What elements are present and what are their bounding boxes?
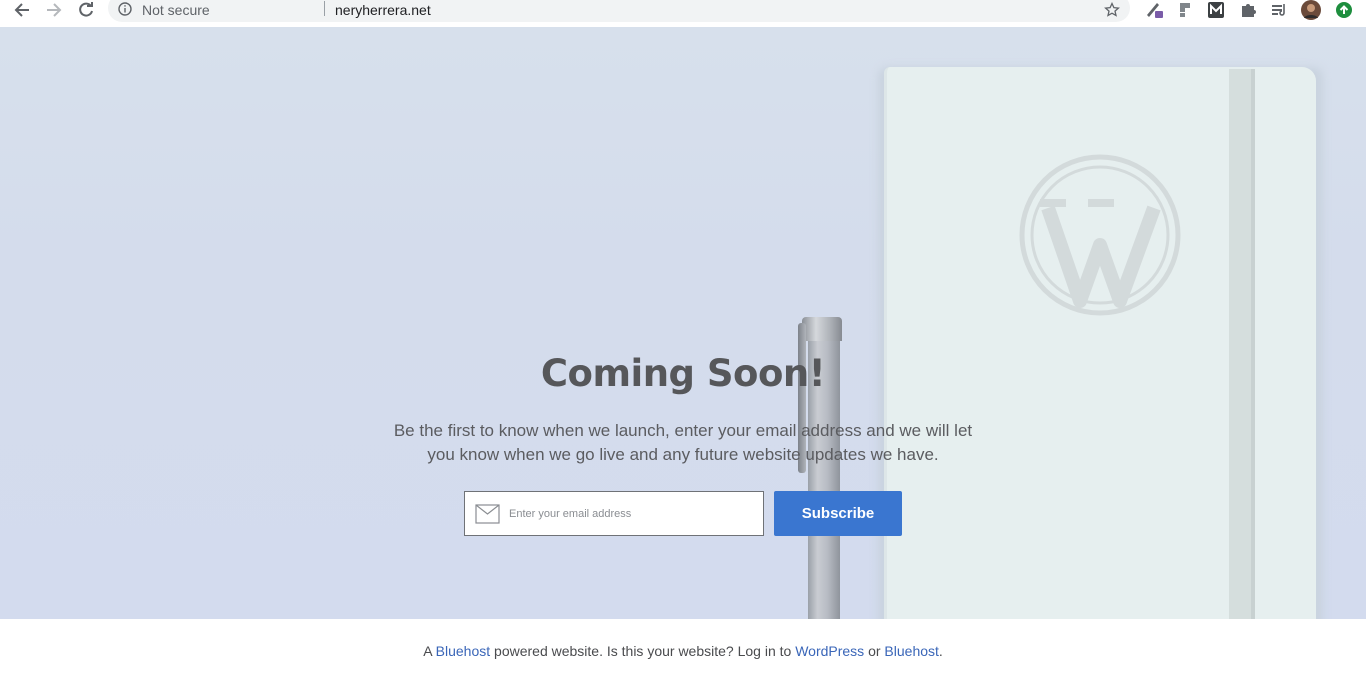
email-field-container[interactable] bbox=[464, 491, 764, 536]
footer-text-part: A bbox=[423, 643, 436, 659]
footer: A Bluehost powered website. Is this your… bbox=[0, 619, 1366, 685]
footer-text: A Bluehost powered website. Is this your… bbox=[0, 643, 1366, 659]
subscribe-button[interactable]: Subscribe bbox=[774, 491, 902, 536]
address-bar[interactable]: Not secure neryherrera.net bbox=[108, 0, 1130, 22]
mail-icon bbox=[475, 504, 500, 529]
address-divider bbox=[324, 1, 325, 16]
page-title: Coming Soon! bbox=[540, 352, 826, 395]
extension-icon[interactable] bbox=[1174, 0, 1196, 20]
bluehost-login-link[interactable]: Bluehost bbox=[884, 643, 938, 659]
security-label[interactable]: Not secure bbox=[142, 2, 210, 18]
footer-text-part: . bbox=[938, 643, 943, 659]
notebook-band-edge bbox=[1251, 69, 1255, 619]
launch-description: Be the first to know when we launch, ent… bbox=[393, 421, 973, 464]
puzzle-icon[interactable] bbox=[1237, 0, 1259, 20]
m-extension-icon[interactable] bbox=[1205, 0, 1227, 20]
pen-cap bbox=[802, 317, 842, 341]
wordpress-link[interactable]: WordPress bbox=[795, 643, 864, 659]
back-icon[interactable] bbox=[10, 0, 34, 20]
bluehost-link[interactable]: Bluehost bbox=[436, 643, 490, 659]
wordpress-logo-icon bbox=[1018, 153, 1182, 322]
footer-text-part: or bbox=[864, 643, 885, 659]
browser-toolbar: Not secure neryherrera.net bbox=[0, 0, 1366, 27]
media-queue-icon[interactable] bbox=[1268, 0, 1290, 20]
url-text[interactable]: neryherrera.net bbox=[335, 2, 431, 18]
profile-avatar[interactable] bbox=[1300, 0, 1322, 20]
email-input[interactable] bbox=[509, 502, 754, 526]
pen-extension-icon[interactable] bbox=[1143, 0, 1165, 20]
update-icon[interactable] bbox=[1333, 0, 1355, 20]
info-icon[interactable] bbox=[118, 2, 132, 21]
star-icon[interactable] bbox=[1104, 1, 1120, 23]
reload-icon[interactable] bbox=[74, 0, 98, 20]
footer-text-part: powered website. Is this your website? L… bbox=[490, 643, 796, 659]
forward-icon[interactable] bbox=[42, 0, 66, 20]
